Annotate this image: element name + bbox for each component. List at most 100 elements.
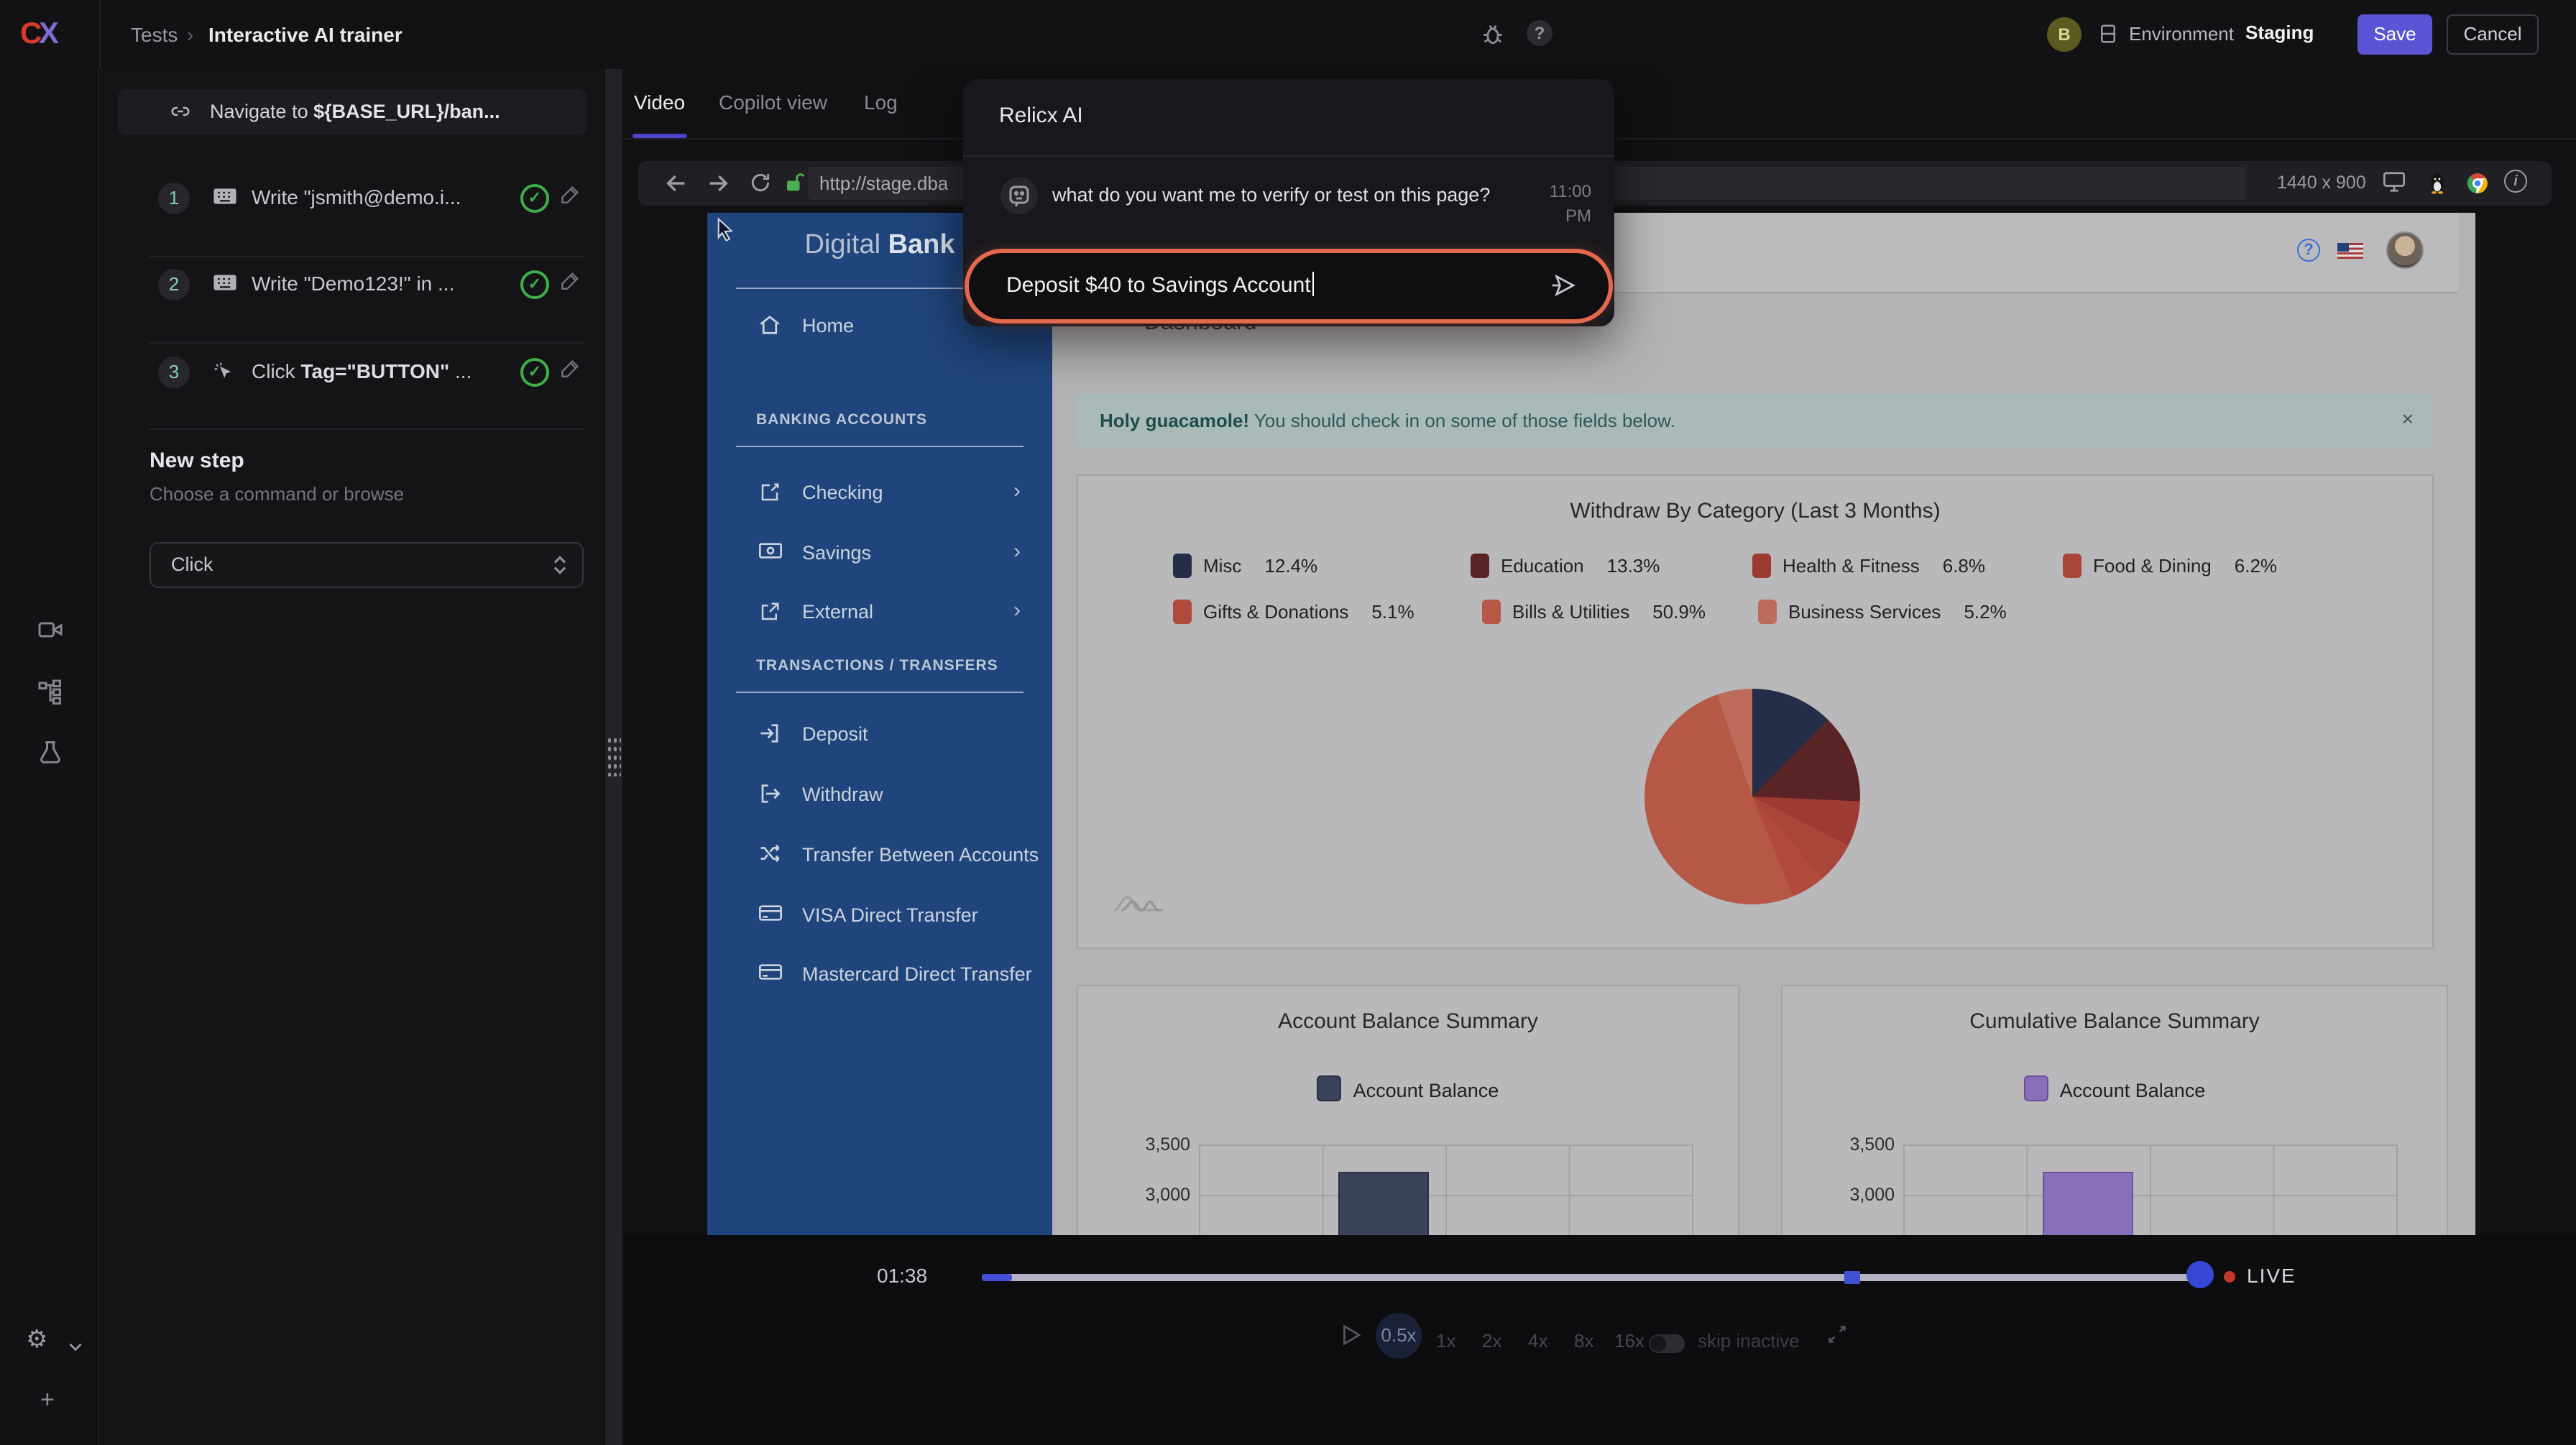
- legend-item: Food & Dining6.2%: [2063, 554, 2277, 579]
- skip-inactive-toggle[interactable]: [1649, 1334, 1685, 1353]
- keyboard-icon: [213, 273, 237, 292]
- bug-icon[interactable]: [1481, 22, 1505, 46]
- nav-visa-direct-transfer[interactable]: VISA Direct Transfer: [707, 902, 1052, 945]
- withdraw-pie: [1644, 689, 1860, 904]
- chat-bot-icon: [1000, 177, 1038, 214]
- click-cursor-icon: [213, 361, 234, 382]
- progress-played-segment: [982, 1274, 1012, 1281]
- nav-withdraw[interactable]: Withdraw: [707, 781, 1052, 824]
- sign-out-arrow-icon: [759, 784, 781, 804]
- nav-savings[interactable]: Savings ›: [707, 539, 1052, 582]
- chevron-right-icon: ›: [1013, 539, 1021, 564]
- nav-checking[interactable]: Checking ›: [707, 479, 1052, 522]
- tab-video[interactable]: Video: [634, 91, 685, 114]
- tab-copilot-view[interactable]: Copilot view: [719, 91, 827, 114]
- check-circle-icon: ✓: [520, 270, 549, 299]
- environment-value[interactable]: Staging: [2245, 22, 2314, 43]
- progress-marker[interactable]: [1844, 1271, 1860, 1284]
- legend-item: Health & Fitness6.8%: [1752, 554, 1985, 579]
- banking-sidebar: Digital Bank Home BANKING ACCOUNTS Check…: [707, 213, 1052, 1304]
- play-icon[interactable]: [1341, 1324, 1361, 1346]
- flask-icon[interactable]: [37, 739, 63, 765]
- nav-external[interactable]: External ›: [707, 598, 1052, 641]
- add-icon[interactable]: +: [40, 1386, 55, 1415]
- user-avatar[interactable]: [2386, 231, 2424, 269]
- settings-gear-icon[interactable]: ⚙: [26, 1326, 48, 1354]
- live-dot: [2224, 1271, 2235, 1283]
- monitor-icon[interactable]: [2382, 171, 2406, 193]
- speed-1x[interactable]: 1x: [1436, 1330, 1455, 1352]
- ai-input-field[interactable]: Deposit $40 to Savings Account: [969, 253, 1609, 319]
- cancel-button[interactable]: Cancel: [2447, 14, 2539, 55]
- steps-sidebar: Navigate to ${BASE_URL}/ban... 1 Write "…: [101, 69, 604, 1445]
- command-select[interactable]: Click: [150, 542, 584, 588]
- new-step-title: New step: [150, 449, 244, 473]
- speed-0.5x[interactable]: 0.5x: [1376, 1313, 1422, 1359]
- chrome-icon: [2467, 173, 2488, 194]
- us-flag-icon[interactable]: [2337, 243, 2363, 259]
- live-label: LIVE: [2247, 1264, 2296, 1287]
- divider: [963, 155, 1614, 157]
- step-label: Write "Demo123!" in ...: [252, 272, 454, 295]
- lock-icon: [783, 171, 805, 194]
- reload-icon[interactable]: [749, 171, 772, 194]
- question-icon[interactable]: ?: [2297, 239, 2320, 262]
- legend-item: Bills & Utilities50.9%: [1482, 600, 1706, 625]
- panel-resize-handle[interactable]: [605, 69, 622, 1445]
- sitemap-icon[interactable]: [37, 679, 63, 705]
- divider: [736, 446, 1024, 447]
- breadcrumb-tests[interactable]: Tests: [131, 23, 178, 46]
- close-icon[interactable]: ×: [2402, 407, 2414, 430]
- screenshot-stage: C X Tests › Interactive AI trainer ? B E…: [0, 0, 2576, 1445]
- step-label: Write "jsmith@demo.i...: [252, 185, 461, 208]
- forward-arrow-icon[interactable]: [706, 171, 730, 196]
- new-step-subtitle: Choose a command or browse: [150, 483, 404, 505]
- legend-item: Gifts & Donations5.1%: [1173, 600, 1414, 625]
- chevron-right-icon: ›: [1013, 598, 1021, 623]
- fullscreen-icon[interactable]: [1827, 1324, 1847, 1344]
- ai-message: what do you want me to verify or test on…: [1052, 184, 1509, 206]
- divider: [150, 428, 585, 430]
- chevron-down-icon[interactable]: [66, 1337, 85, 1356]
- info-icon[interactable]: i: [2504, 170, 2527, 193]
- step-number: 1: [158, 183, 190, 214]
- help-icon[interactable]: ?: [1527, 20, 1552, 46]
- banking-content: ? Dashboard Holy guacamole! You should c…: [1052, 213, 2458, 1304]
- drag-dots-icon: [607, 736, 621, 776]
- nav-mastercard-direct-transfer[interactable]: Mastercard Direct Transfer: [707, 960, 1052, 1004]
- y-tick: 3,500: [1081, 1134, 1190, 1155]
- progress-track[interactable]: [982, 1274, 2201, 1281]
- y-tick: 3,000: [1081, 1185, 1190, 1205]
- edit-pencil-icon[interactable]: [561, 270, 581, 290]
- step-row-2[interactable]: 2 Write "Demo123!" in ... ✓: [101, 256, 604, 342]
- cx-logo-x: X: [39, 17, 59, 52]
- speed-4x[interactable]: 4x: [1528, 1330, 1547, 1352]
- tab-log[interactable]: Log: [864, 91, 898, 114]
- edit-pencil-icon[interactable]: [561, 184, 581, 204]
- send-icon[interactable]: [1550, 273, 1577, 298]
- linux-penguin-icon: [2428, 173, 2447, 194]
- save-button[interactable]: Save: [2358, 14, 2432, 55]
- left-icon-rail: ⚙ +: [0, 69, 99, 1445]
- video-camera-icon[interactable]: [37, 618, 63, 641]
- top-bar: C X Tests › Interactive AI trainer ? B E…: [0, 0, 2576, 69]
- legend-item: Education13.3%: [1471, 554, 1660, 579]
- speed-8x[interactable]: 8x: [1574, 1330, 1593, 1352]
- step-row-3[interactable]: 3 Click Tag="BUTTON" ... ✓: [101, 344, 604, 430]
- step-row-1[interactable]: 1 Write "jsmith@demo.i... ✓: [101, 170, 604, 256]
- avatar[interactable]: B: [2047, 17, 2082, 52]
- withdraw-by-category-card: Withdraw By Category (Last 3 Months) Mis…: [1077, 474, 2434, 949]
- edit-pencil-icon[interactable]: [561, 358, 581, 378]
- select-chevrons-icon: [552, 554, 568, 577]
- nav-transfer-between-accounts[interactable]: Transfer Between Accounts: [707, 841, 1052, 884]
- navigate-step[interactable]: Navigate to ${BASE_URL}/ban...: [118, 89, 586, 135]
- playhead-handle[interactable]: [2186, 1261, 2214, 1288]
- speed-2x[interactable]: 2x: [1482, 1330, 1501, 1352]
- nav-deposit[interactable]: Deposit: [707, 720, 1052, 763]
- speed-16x[interactable]: 16x: [1614, 1330, 1644, 1352]
- money-bill-icon: [759, 542, 782, 559]
- back-arrow-icon[interactable]: [664, 171, 689, 196]
- navigate-step-label: Navigate to ${BASE_URL}/ban...: [210, 101, 500, 122]
- chevron-right-icon: ›: [1013, 479, 1021, 503]
- legend-item: Misc12.4%: [1173, 554, 1317, 579]
